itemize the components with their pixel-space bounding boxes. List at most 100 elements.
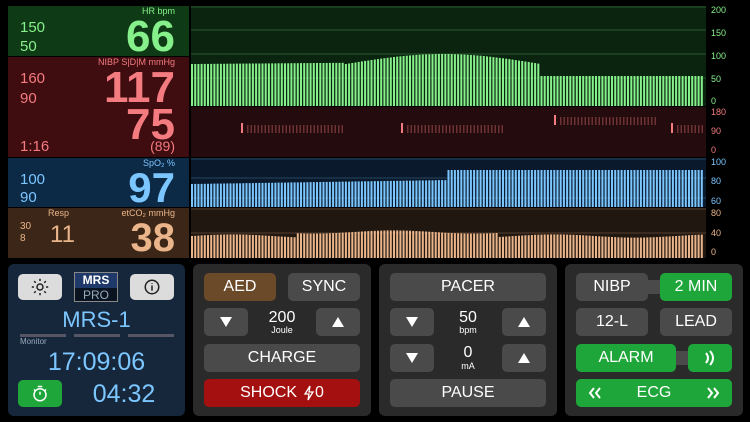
settings-button[interactable]: [18, 274, 62, 300]
nibp-panel[interactable]: NIBP S|D|M mmHg 160 90 117 75 1:16 (89): [8, 57, 189, 157]
nibp-button[interactable]: NIBP: [576, 273, 648, 301]
trend-bar: [579, 76, 581, 106]
trend-bar: [521, 170, 524, 207]
trend-bar: [380, 58, 383, 106]
rate-down-button[interactable]: [390, 308, 434, 336]
trend-bar: [255, 235, 258, 258]
nibp-trace: [407, 125, 409, 133]
trend-bar: [495, 170, 498, 207]
charge-button[interactable]: CHARGE: [204, 344, 360, 372]
info-button[interactable]: [130, 274, 174, 300]
hr-panel[interactable]: HR bpm 150 50 66: [8, 6, 189, 59]
trend-bar: [611, 237, 613, 258]
nibp-trace: [466, 125, 468, 133]
trend-bar: [348, 63, 351, 106]
trend-bar: [316, 182, 318, 207]
resp-limit-low: 8: [20, 233, 26, 244]
energy-down-button[interactable]: [204, 308, 248, 336]
trend-bar: [598, 76, 601, 106]
nibp-trace: [491, 125, 493, 133]
pacer-panel: PACER 50 bpm 0 mA PAUSE: [379, 264, 557, 416]
trend-bar: [482, 233, 485, 258]
alarm-button[interactable]: ALARM: [576, 344, 676, 372]
trend-bar: [300, 182, 302, 207]
trend-bar: [251, 63, 254, 106]
trend-bar: [300, 233, 302, 258]
trend-bar: [200, 63, 203, 106]
chevron-right-icon: [707, 387, 720, 399]
trend-bar: [354, 62, 357, 106]
triangle-up-icon: [518, 353, 530, 363]
device-name: MRS-1: [62, 307, 131, 332]
trend-bar: [530, 62, 533, 106]
resp-panel[interactable]: Resp etCO₂ mmHg 30 8 11 38: [8, 208, 189, 258]
nibp-scale-90: 90: [711, 126, 722, 136]
trend-bar: [303, 63, 306, 106]
nibp-interval-button[interactable]: 2 MIN: [660, 273, 732, 301]
trend-bar: [239, 63, 242, 106]
nibp-trace: [701, 125, 703, 133]
trend-bar: [216, 183, 219, 207]
trend-bar: [665, 236, 668, 258]
alarm-sound-button[interactable]: [688, 344, 732, 372]
trend-bar: [399, 180, 402, 207]
trend-bar: [543, 76, 546, 106]
trend-bar: [524, 61, 527, 106]
trend-bar: [508, 170, 511, 207]
lead-button[interactable]: LEAD: [660, 308, 732, 336]
trend-bar: [569, 234, 572, 258]
shock-button[interactable]: SHOCK 0: [204, 379, 360, 407]
trend-bar: [409, 55, 411, 106]
trend-bar: [377, 59, 379, 106]
trend-bar: [431, 180, 434, 207]
pacer-button[interactable]: PACER: [390, 273, 546, 301]
trend-bar: [271, 182, 274, 207]
trend-bar: [434, 180, 437, 207]
triangle-down-icon: [220, 317, 232, 327]
current-down-button[interactable]: [390, 344, 434, 372]
trend-bar: [469, 55, 472, 106]
chevron-left-icon: [588, 387, 601, 399]
nibp-trace: [609, 117, 611, 125]
trend-bar: [659, 170, 662, 207]
trend-bar: [469, 170, 472, 207]
trend-bar: [694, 76, 697, 106]
trend-bar: [595, 76, 597, 106]
nibp-trend: [191, 107, 706, 157]
trend-bar: [469, 233, 472, 258]
pause-button[interactable]: PAUSE: [390, 379, 546, 407]
trend-bar: [351, 63, 354, 106]
trend-bar: [402, 180, 405, 207]
spo2-panel[interactable]: SpO₂ % 100 90 97: [8, 158, 189, 209]
sync-button[interactable]: SYNC: [288, 273, 360, 301]
nibp-trace: [623, 117, 625, 125]
current-up-button[interactable]: [502, 344, 546, 372]
trend-bar: [200, 183, 203, 207]
trend-bar: [572, 234, 575, 258]
trend-bar: [409, 180, 411, 207]
trend-bar: [386, 180, 389, 207]
trend-bar: [357, 231, 360, 258]
trend-bar: [338, 62, 341, 106]
timer-button[interactable]: [18, 380, 62, 407]
trend-bar: [665, 76, 668, 106]
trend-bar: [226, 183, 229, 207]
energy-up-button[interactable]: [316, 308, 360, 336]
trend-bar: [418, 54, 421, 106]
nibp-trace: [487, 125, 489, 133]
trend-bar: [284, 182, 286, 207]
rate-up-button[interactable]: [502, 308, 546, 336]
trend-bar: [354, 231, 357, 258]
twelve-lead-button[interactable]: 12-L: [576, 308, 648, 336]
trend-bar: [588, 76, 591, 106]
pacer-current-unit: mA: [461, 361, 475, 371]
aed-button[interactable]: AED: [204, 273, 276, 301]
spo2-limit-low: 90: [20, 189, 37, 206]
nibp-trace: [595, 117, 597, 125]
trend-bar: [623, 170, 626, 207]
ecg-source-button[interactable]: ECG: [576, 379, 732, 407]
trend-bar: [287, 236, 290, 258]
nibp-trace: [247, 125, 249, 133]
trend-bar: [290, 182, 293, 207]
trend-bar: [579, 235, 581, 258]
